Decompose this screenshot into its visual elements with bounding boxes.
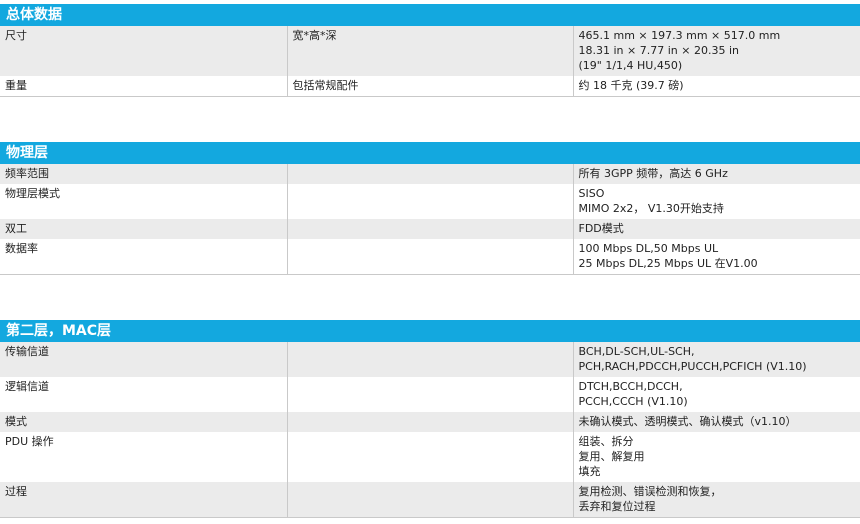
table-row: 传输信道 BCH,DL-SCH,UL-SCH, PCH,RACH,PDCCH,P… xyxy=(0,342,860,377)
row-label: PDU 操作 xyxy=(0,432,287,482)
section-title: 物理层 xyxy=(0,142,860,164)
table-row: 数据率 100 Mbps DL,50 Mbps UL 25 Mbps DL,25… xyxy=(0,239,860,275)
row-value: SISO MIMO 2x2， V1.30开始支持 xyxy=(572,184,860,219)
table-row: 逻辑信道 DTCH,BCCH,DCCH, PCCH,CCCH (V1.10) xyxy=(0,377,860,412)
spec-table: 频率范围 所有 3GPP 频带，高达 6 GHz 物理层模式 SISO MIMO… xyxy=(0,164,860,275)
row-sub xyxy=(286,164,573,184)
row-sub: 宽*高*深 xyxy=(286,26,573,76)
spec-sheet: 总体数据 尺寸 宽*高*深 465.1 mm × 197.3 mm × 517.… xyxy=(0,0,860,524)
value-line: 填充 xyxy=(578,465,601,478)
row-label: 尺寸 xyxy=(0,26,287,76)
value-line: 约 18 千克 (39.7 磅) xyxy=(578,79,684,92)
section-mac-layer: 第二层，MAC层 传输信道 BCH,DL-SCH,UL-SCH, PCH,RAC… xyxy=(0,320,860,518)
row-label: 逻辑信道 xyxy=(0,377,287,412)
value-line: 未确认模式、透明模式、确认模式（v1.10） xyxy=(578,415,797,428)
row-label: 双工 xyxy=(0,219,287,239)
value-line: 25 Mbps DL,25 Mbps UL 在V1.00 xyxy=(578,257,758,270)
table-row: 频率范围 所有 3GPP 频带，高达 6 GHz xyxy=(0,164,860,184)
value-line: 复用检测、错误检测和恢复， xyxy=(578,485,722,498)
row-label: 传输信道 xyxy=(0,342,287,377)
row-sub xyxy=(286,239,573,275)
table-row: 模式 未确认模式、透明模式、确认模式（v1.10） xyxy=(0,412,860,432)
value-line: 465.1 mm × 197.3 mm × 517.0 mm xyxy=(578,29,781,42)
row-label: 频率范围 xyxy=(0,164,287,184)
value-line: BCH,DL-SCH,UL-SCH, xyxy=(578,345,695,358)
value-line: DTCH,BCCH,DCCH, xyxy=(578,380,683,393)
row-label: 重量 xyxy=(0,76,287,97)
row-value: 100 Mbps DL,50 Mbps UL 25 Mbps DL,25 Mbp… xyxy=(572,239,860,275)
row-sub xyxy=(286,219,573,239)
row-label: 物理层模式 xyxy=(0,184,287,219)
value-line: 复用、解复用 xyxy=(578,450,645,463)
value-line: MIMO 2x2， V1.30开始支持 xyxy=(578,202,724,215)
row-sub xyxy=(286,482,573,518)
section-physical-layer: 物理层 频率范围 所有 3GPP 频带，高达 6 GHz 物理层模式 SISO … xyxy=(0,142,860,275)
row-sub xyxy=(286,412,573,432)
value-line: 18.31 in × 7.77 in × 20.35 in xyxy=(578,44,739,57)
value-line: 所有 3GPP 频带，高达 6 GHz xyxy=(578,167,728,180)
row-sub xyxy=(286,377,573,412)
row-label: 模式 xyxy=(0,412,287,432)
value-line: FDD模式 xyxy=(578,222,624,235)
table-row: 物理层模式 SISO MIMO 2x2， V1.30开始支持 xyxy=(0,184,860,219)
value-line: 组装、拆分 xyxy=(578,435,634,448)
table-row: 重量 包括常规配件 约 18 千克 (39.7 磅) xyxy=(0,76,860,97)
row-value: 组装、拆分 复用、解复用 填充 xyxy=(572,432,860,482)
spec-table: 传输信道 BCH,DL-SCH,UL-SCH, PCH,RACH,PDCCH,P… xyxy=(0,342,860,518)
value-line: 100 Mbps DL,50 Mbps UL xyxy=(578,242,719,255)
row-label: 过程 xyxy=(0,482,287,518)
section-title: 总体数据 xyxy=(0,4,860,26)
row-sub xyxy=(286,184,573,219)
row-label: 数据率 xyxy=(0,239,287,275)
row-value: 约 18 千克 (39.7 磅) xyxy=(572,76,860,97)
value-line: PCCH,CCCH (V1.10) xyxy=(578,395,688,408)
value-line: 丢弃和复位过程 xyxy=(578,500,656,513)
row-sub xyxy=(286,432,573,482)
table-row: 尺寸 宽*高*深 465.1 mm × 197.3 mm × 517.0 mm … xyxy=(0,26,860,76)
row-value: DTCH,BCCH,DCCH, PCCH,CCCH (V1.10) xyxy=(572,377,860,412)
row-value: FDD模式 xyxy=(572,219,860,239)
row-sub xyxy=(286,342,573,377)
row-sub: 包括常规配件 xyxy=(286,76,573,97)
value-line: PCH,RACH,PDCCH,PUCCH,PCFICH (V1.10) xyxy=(578,360,807,373)
value-line: (19" 1/1,4 HU,450) xyxy=(578,59,683,72)
table-row: PDU 操作 组装、拆分 复用、解复用 填充 xyxy=(0,432,860,482)
spec-table: 尺寸 宽*高*深 465.1 mm × 197.3 mm × 517.0 mm … xyxy=(0,26,860,97)
row-value: 未确认模式、透明模式、确认模式（v1.10） xyxy=(572,412,860,432)
row-value: 复用检测、错误检测和恢复， 丢弃和复位过程 xyxy=(572,482,860,518)
row-value: 所有 3GPP 频带，高达 6 GHz xyxy=(572,164,860,184)
value-line: SISO xyxy=(578,187,605,200)
section-general: 总体数据 尺寸 宽*高*深 465.1 mm × 197.3 mm × 517.… xyxy=(0,4,860,97)
row-value: 465.1 mm × 197.3 mm × 517.0 mm 18.31 in … xyxy=(572,26,860,76)
table-row: 双工 FDD模式 xyxy=(0,219,860,239)
table-row: 过程 复用检测、错误检测和恢复， 丢弃和复位过程 xyxy=(0,482,860,518)
section-title: 第二层，MAC层 xyxy=(0,320,860,342)
row-value: BCH,DL-SCH,UL-SCH, PCH,RACH,PDCCH,PUCCH,… xyxy=(572,342,860,377)
